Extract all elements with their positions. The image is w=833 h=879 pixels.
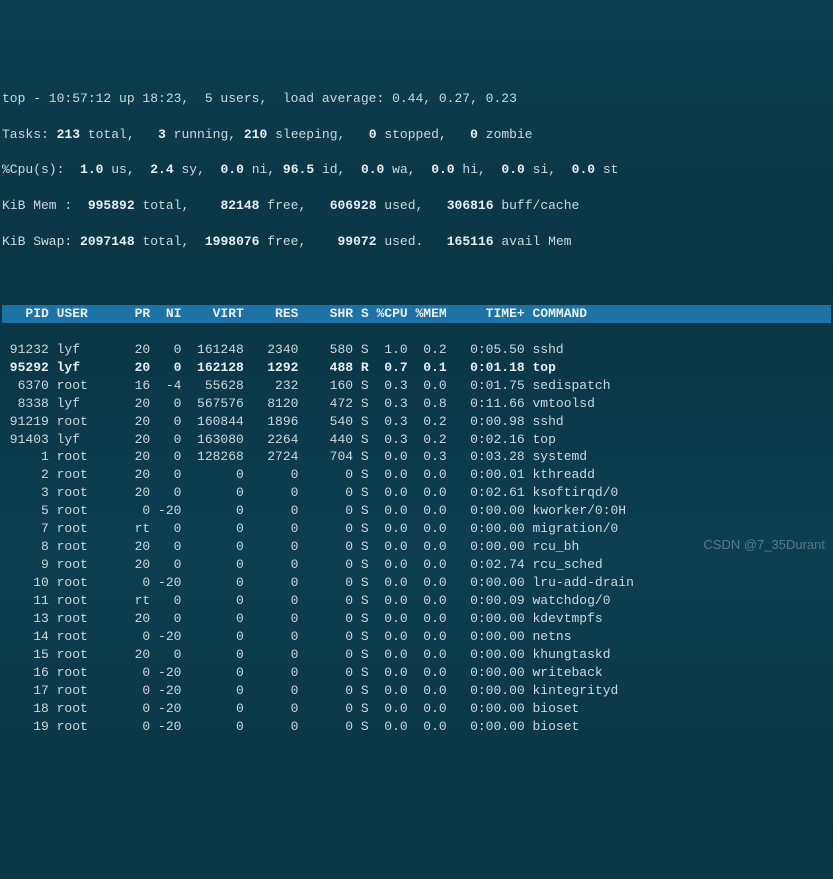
table-row[interactable]: 95292 lyf 20 0 162128 1292 488 R 0.7 0.1… [2,359,831,377]
cpu-si: 0.0 [494,162,533,177]
swap-free: 1998076 [205,234,267,249]
cpu-sy: 2.4 [142,162,181,177]
blank-line [2,269,831,287]
mem-used: 606928 [330,198,385,213]
tasks-label: Tasks: [2,127,49,142]
tasks-zombie: 0 [470,127,486,142]
watermark: CSDN @7_35Durant [703,536,825,554]
table-row[interactable]: 91219 root 20 0 160844 1896 540 S 0.3 0.… [2,413,831,431]
tasks-stopped: 0 [369,127,385,142]
swap-avail: 165116 [447,234,502,249]
table-row[interactable]: 3 root 20 0 0 0 0 S 0.0 0.0 0:02.61 ksof… [2,484,831,502]
process-table-header: PID USER PR NI VIRT RES SHR S %CPU %MEM … [2,305,831,323]
table-row[interactable]: 10 root 0 -20 0 0 0 S 0.0 0.0 0:00.00 lr… [2,574,831,592]
table-row[interactable]: 91403 lyf 20 0 163080 2264 440 S 0.3 0.2… [2,431,831,449]
cpu-hi: 0.0 [423,162,462,177]
tasks-running: 3 [158,127,174,142]
terminal-output: top - 10:57:12 up 18:23, 5 users, load a… [0,72,833,754]
swap-used: 99072 [338,234,385,249]
table-row[interactable]: 16 root 0 -20 0 0 0 S 0.0 0.0 0:00.00 wr… [2,664,831,682]
cpu-ni: 0.0 [213,162,252,177]
table-row[interactable]: 18 root 0 -20 0 0 0 S 0.0 0.0 0:00.00 bi… [2,700,831,718]
summary-line-cpu: %Cpu(s): 1.0 us, 2.4 sy, 0.0 ni, 96.5 id… [2,161,831,179]
tasks-total: 213 [49,127,88,142]
table-row[interactable]: 5 root 0 -20 0 0 0 S 0.0 0.0 0:00.00 kwo… [2,502,831,520]
summary-line-tasks: Tasks: 213 total, 3 running, 210 sleepin… [2,126,831,144]
tasks-sleeping: 210 [244,127,275,142]
table-row[interactable]: 19 root 0 -20 0 0 0 S 0.0 0.0 0:00.00 bi… [2,718,831,736]
table-row[interactable]: 6370 root 16 -4 55628 232 160 S 0.3 0.0 … [2,377,831,395]
summary-line-1: top - 10:57:12 up 18:23, 5 users, load a… [2,90,831,108]
summary-line-mem: KiB Mem : 995892 total, 82148 free, 6069… [2,197,831,215]
cpu-id: 96.5 [283,162,322,177]
table-row[interactable]: 11 root rt 0 0 0 0 S 0.0 0.0 0:00.09 wat… [2,592,831,610]
mem-total: 995892 [88,198,143,213]
table-row[interactable]: 8338 lyf 20 0 567576 8120 472 S 0.3 0.8 … [2,395,831,413]
table-row[interactable]: 14 root 0 -20 0 0 0 S 0.0 0.0 0:00.00 ne… [2,628,831,646]
table-row[interactable]: 2 root 20 0 0 0 0 S 0.0 0.0 0:00.01 kthr… [2,466,831,484]
cpu-st: 0.0 [564,162,603,177]
table-row[interactable]: 1 root 20 0 128268 2724 704 S 0.0 0.3 0:… [2,448,831,466]
cpu-us: 1.0 [72,162,111,177]
summary-line-swap: KiB Swap: 2097148 total, 1998076 free, 9… [2,233,831,251]
table-row[interactable]: 15 root 20 0 0 0 0 S 0.0 0.0 0:00.00 khu… [2,646,831,664]
swap-total: 2097148 [80,234,142,249]
cpu-wa: 0.0 [353,162,392,177]
table-row[interactable]: 91232 lyf 20 0 161248 2340 580 S 1.0 0.2… [2,341,831,359]
table-row[interactable]: 13 root 20 0 0 0 0 S 0.0 0.0 0:00.00 kde… [2,610,831,628]
mem-buff: 306816 [447,198,502,213]
table-row[interactable]: 9 root 20 0 0 0 0 S 0.0 0.0 0:02.74 rcu_… [2,556,831,574]
table-row[interactable]: 17 root 0 -20 0 0 0 S 0.0 0.0 0:00.00 ki… [2,682,831,700]
mem-free: 82148 [220,198,267,213]
